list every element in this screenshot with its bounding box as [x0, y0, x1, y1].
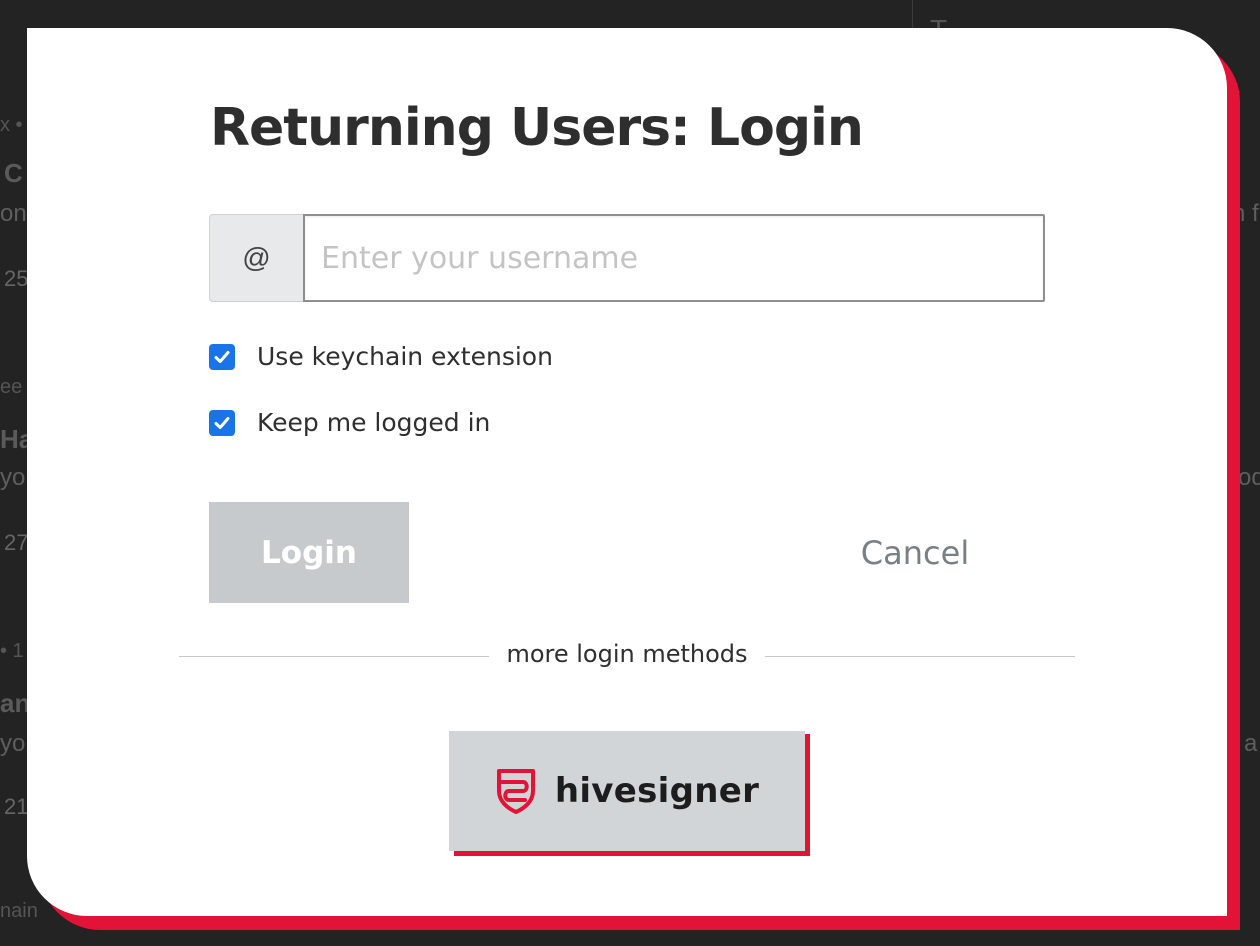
background-text-fragment: ee	[0, 376, 23, 398]
more-login-methods-label: more login methods	[506, 640, 748, 668]
divider-line-right	[765, 656, 1075, 657]
keychain-label: Use keychain extension	[257, 342, 553, 371]
background-text-fragment: 27	[4, 530, 29, 555]
keychain-option[interactable]: Use keychain extension	[209, 342, 553, 371]
keep-logged-in-label: Keep me logged in	[257, 408, 491, 437]
background-text-fragment: an	[0, 688, 31, 718]
background-text-fragment: 25	[4, 266, 29, 291]
at-sign-addon: @	[209, 214, 303, 302]
background-text-fragment: yo	[0, 730, 26, 757]
keep-logged-in-checkbox[interactable]	[209, 409, 235, 436]
login-button[interactable]: Login	[209, 502, 409, 603]
cancel-button[interactable]: Cancel	[847, 528, 983, 578]
hivesigner-label: hivesigner	[554, 771, 760, 811]
background-text-fragment: a	[1244, 730, 1258, 757]
background-text-fragment: on	[0, 200, 27, 227]
background-text-fragment: od	[1238, 464, 1260, 491]
keychain-checkbox[interactable]	[209, 343, 235, 370]
hivesigner-button[interactable]: hivesigner	[449, 731, 805, 851]
hivesigner-shield-icon	[495, 767, 537, 815]
keep-logged-in-option[interactable]: Keep me logged in	[209, 408, 490, 437]
background-text-fragment: C	[4, 158, 23, 188]
background-text-fragment: nain	[0, 900, 38, 922]
background-text-fragment: x •	[0, 114, 23, 136]
checkmark-icon	[214, 416, 230, 429]
background-text-fragment: yo	[0, 464, 26, 491]
divider-line-left	[179, 656, 489, 657]
login-modal: Returning Users: Login @ Use keychain ex…	[27, 28, 1227, 916]
username-input-group: @	[209, 214, 1045, 302]
background-text-fragment: • 1	[0, 640, 24, 662]
modal-title: Returning Users: Login	[210, 98, 864, 158]
sidebar-divider	[912, 0, 913, 30]
background-text-fragment: 21	[4, 794, 29, 819]
username-input[interactable]	[303, 214, 1045, 302]
checkmark-icon	[214, 350, 230, 363]
